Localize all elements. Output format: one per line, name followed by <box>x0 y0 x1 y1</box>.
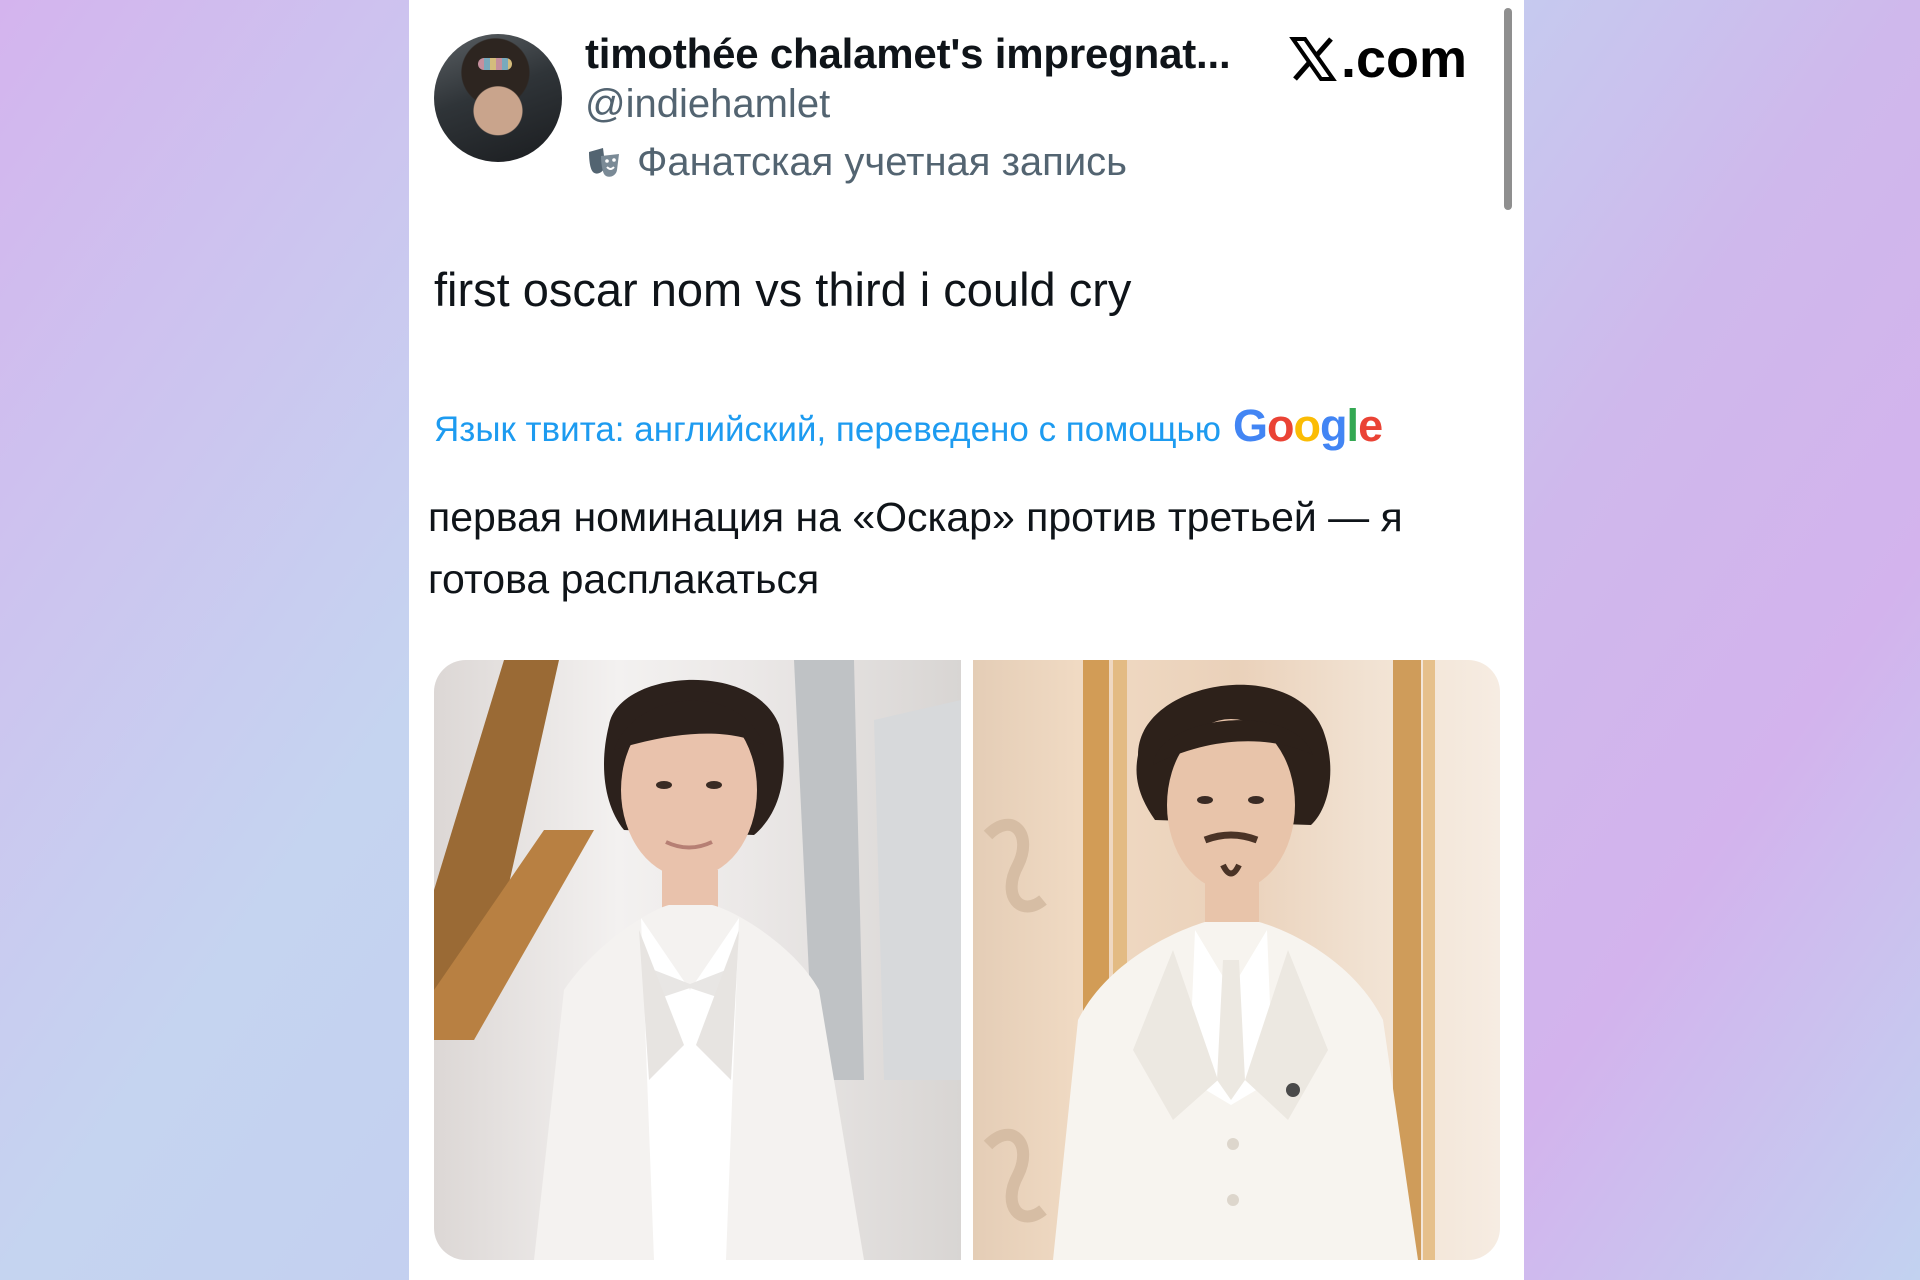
x-logo-icon <box>1289 37 1337 81</box>
fan-account-text: Фанатская учетная запись <box>637 140 1127 184</box>
tweet-text: first oscar nom vs third i could cry <box>434 263 1132 316</box>
translated-text: первая номинация на «Оскар» против треть… <box>428 494 1403 602</box>
user-handle[interactable]: @indiehamlet <box>585 82 830 127</box>
photo-third-oscar-image <box>983 660 1435 1260</box>
tweet-card: timothée chalamet's impregnat... @indieh… <box>409 0 1524 1280</box>
display-name[interactable]: timothée chalamet's impregnat... <box>585 30 1231 78</box>
translation-notice-text[interactable]: Язык твита: английский, переведено с пом… <box>434 410 1221 450</box>
photo-first-oscar[interactable] <box>434 660 961 1260</box>
photo-third-oscar[interactable] <box>973 660 1500 1260</box>
scrollbar[interactable] <box>1504 8 1512 210</box>
theater-masks-icon <box>589 147 619 177</box>
x-com-text: .com <box>1341 29 1468 89</box>
translation-notice[interactable]: Язык твита: английский, переведено с пом… <box>434 400 1383 452</box>
avatar[interactable] <box>434 34 562 162</box>
photo-first-oscar-image <box>434 660 961 1260</box>
google-logo: Google <box>1233 400 1383 451</box>
avatar-accent <box>478 58 512 70</box>
x-com-logo[interactable]: .com <box>1289 28 1467 90</box>
fan-account-label: Фанатская учетная запись <box>587 140 1127 185</box>
media-grid <box>434 660 1500 1260</box>
